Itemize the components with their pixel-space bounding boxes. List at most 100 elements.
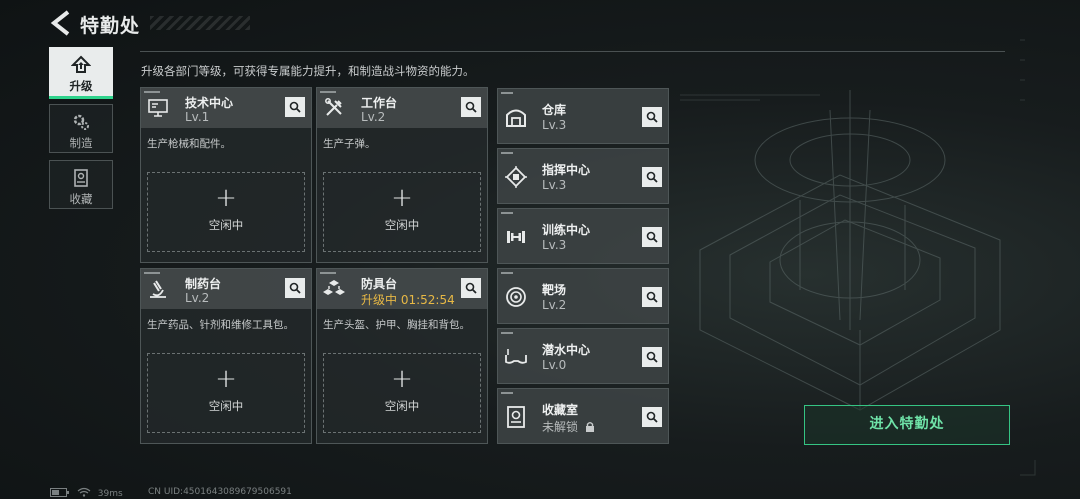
search-icon (289, 282, 301, 294)
facility-name: 训练中心 (542, 223, 591, 237)
collection-icon (74, 169, 88, 187)
search-icon (289, 101, 301, 113)
monitor-icon (148, 99, 168, 117)
building-card-armor-bench[interactable]: 防具台 升级中 01:52:54 生产头盔、护甲、胸挂和背包。 + 空闲中 (316, 268, 488, 444)
production-slot[interactable]: + 空闲中 (147, 172, 305, 252)
player-uid: CN UID:4501643089679506591 (148, 487, 292, 497)
microscope-icon (150, 280, 166, 298)
back-arrow-icon[interactable] (48, 10, 72, 36)
search-icon (646, 291, 658, 303)
building-description: 生产枪械和配件。 (147, 138, 231, 150)
building-card-workbench[interactable]: 工作台 Lv.2 生产子弹。 + 空闲中 (316, 87, 488, 263)
tab-upgrade[interactable]: 升级 (49, 47, 113, 99)
search-icon (465, 282, 477, 294)
building-name: 技术中心 (185, 96, 234, 110)
card-header: 防具台 升级中 01:52:54 (317, 269, 487, 309)
page-title: 特勤处 (80, 15, 141, 37)
tab-label: 升级 (69, 79, 93, 93)
slot-status: 空闲中 (384, 399, 420, 413)
building-description: 生产药品、针剂和维修工具包。 (147, 319, 294, 331)
inspect-button[interactable] (285, 97, 305, 117)
search-icon (646, 231, 658, 243)
enter-button-label: 进入特勤处 (869, 416, 945, 432)
tools-icon (325, 98, 342, 116)
facility-level: Lv.2 (542, 298, 567, 312)
ping-value: 39ms (97, 489, 123, 499)
plus-icon: + (215, 364, 237, 394)
tab-label: 收藏 (69, 192, 93, 206)
search-icon (646, 111, 658, 123)
inspect-button[interactable] (285, 278, 305, 298)
facility-collection-room[interactable]: 收藏室 未解锁 (497, 388, 669, 444)
building-card-pharmacy[interactable]: 制药台 Lv.2 生产药品、针剂和维修工具包。 + 空闲中 (140, 268, 312, 444)
upgrade-timer: 升级中 01:52:54 (361, 293, 455, 307)
inspect-button[interactable] (642, 167, 662, 187)
slot-status: 空闲中 (208, 218, 244, 232)
divider (140, 51, 1005, 52)
facility-level-locked: 未解锁 (542, 418, 595, 435)
upgrade-icon (71, 55, 91, 73)
facility-command-center[interactable]: 指挥中心 Lv.3 (497, 148, 669, 204)
battery-icon (50, 488, 69, 497)
search-icon (646, 171, 658, 183)
building-level: Lv.2 (185, 291, 210, 305)
plus-icon: + (391, 364, 413, 394)
building-name: 工作台 (361, 96, 398, 110)
title-decoration (150, 16, 250, 30)
facility-diving-center[interactable]: 潜水中心 Lv.0 (497, 328, 669, 384)
building-level: Lv.1 (185, 110, 210, 124)
chip-icon (505, 166, 527, 188)
vault-icon (507, 406, 525, 428)
card-header: 技术中心 Lv.1 (141, 88, 311, 128)
plus-icon: + (391, 183, 413, 213)
goggles-icon (505, 349, 527, 364)
gears-icon (73, 114, 89, 130)
search-icon (465, 101, 477, 113)
facility-warehouse[interactable]: 仓库 Lv.3 (497, 88, 669, 144)
inspect-button[interactable] (642, 347, 662, 367)
slot-status: 空闲中 (208, 399, 244, 413)
building-description: 生产头盔、护甲、胸挂和背包。 (323, 319, 470, 331)
tab-craft[interactable]: 制造 (49, 104, 113, 153)
production-slot[interactable]: + 空闲中 (323, 353, 481, 433)
dumbbell-icon (507, 231, 525, 243)
facility-name: 靶场 (542, 283, 567, 297)
search-icon (646, 411, 658, 423)
building-card-tech-center[interactable]: 技术中心 Lv.1 生产枪械和配件。 + 空闲中 (140, 87, 312, 263)
facility-level: Lv.3 (542, 178, 567, 192)
lock-icon (585, 422, 594, 432)
enter-special-ops-button[interactable]: 进入特勤处 (804, 405, 1010, 445)
plus-icon: + (215, 183, 237, 213)
facility-level: Lv.3 (542, 238, 567, 252)
card-header: 制药台 Lv.2 (141, 269, 311, 309)
facility-name: 潜水中心 (542, 343, 591, 357)
facility-level: Lv.3 (542, 118, 567, 132)
facility-name: 指挥中心 (542, 163, 591, 177)
card-header: 工作台 Lv.2 (317, 88, 487, 128)
inspect-button[interactable] (461, 97, 481, 117)
facility-training-center[interactable]: 训练中心 Lv.3 (497, 208, 669, 264)
target-icon (506, 287, 526, 307)
inspect-button[interactable] (642, 287, 662, 307)
inspect-button[interactable] (642, 407, 662, 427)
status-bar: 39ms (50, 487, 123, 499)
page-description: 升级各部门等级，可获得专属能力提升，和制造战斗物资的能力。 (141, 64, 475, 78)
inspect-button[interactable] (642, 227, 662, 247)
building-level: Lv.2 (361, 110, 386, 124)
slot-status: 空闲中 (384, 218, 420, 232)
facility-name: 收藏室 (542, 403, 579, 417)
tab-label: 制造 (69, 136, 93, 150)
building-name: 防具台 (361, 277, 398, 291)
production-slot[interactable]: + 空闲中 (323, 172, 481, 252)
production-slot[interactable]: + 空闲中 (147, 353, 305, 433)
building-description: 生产子弹。 (323, 138, 376, 150)
facility-shooting-range[interactable]: 靶场 Lv.2 (497, 268, 669, 324)
inspect-button[interactable] (461, 278, 481, 298)
facility-level: 未解锁 (542, 420, 579, 434)
inspect-button[interactable] (642, 107, 662, 127)
facility-name: 仓库 (542, 103, 567, 117)
warehouse-icon (506, 109, 526, 127)
wifi-icon (77, 487, 91, 497)
search-icon (646, 351, 658, 363)
tab-collection[interactable]: 收藏 (49, 160, 113, 209)
